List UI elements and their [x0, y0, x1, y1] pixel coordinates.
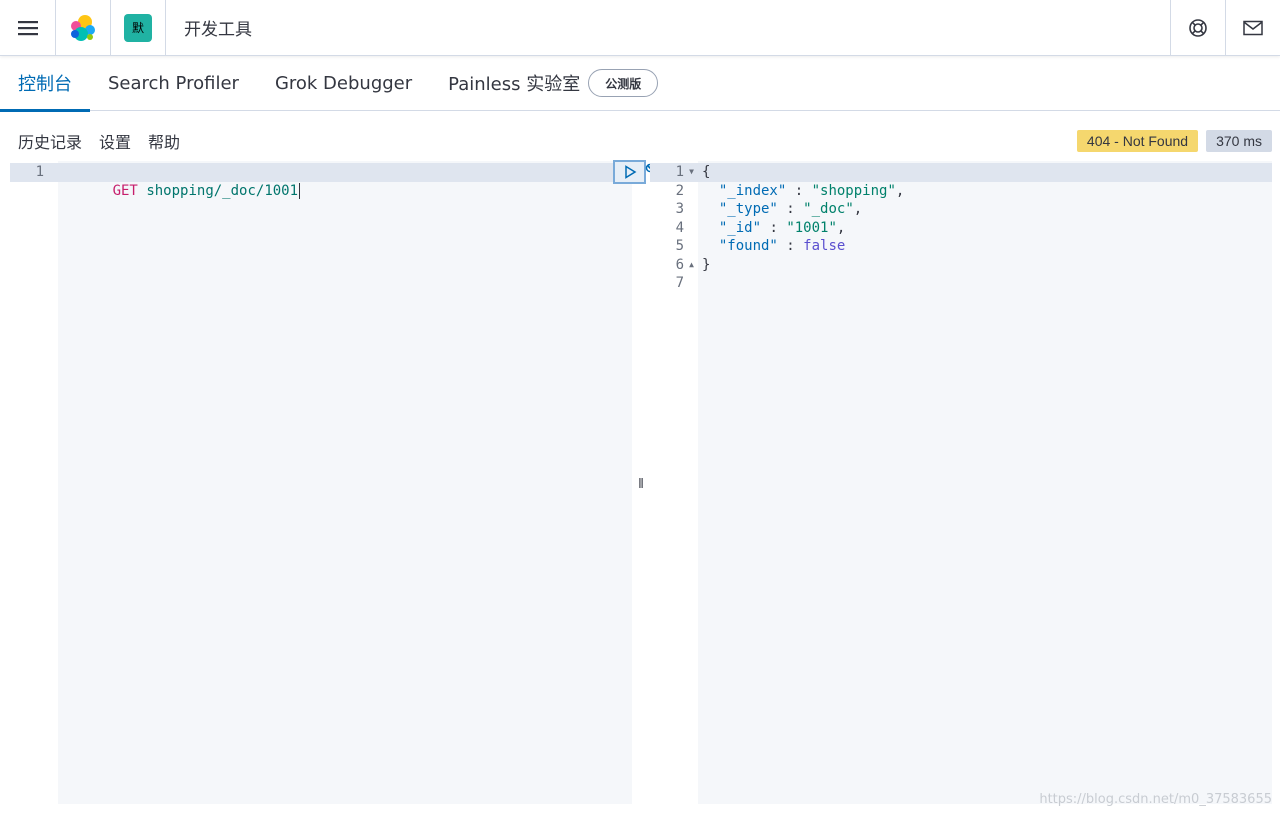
- breadcrumb: 开发工具: [184, 20, 252, 40]
- top-header: 默 开发工具: [0, 0, 1280, 56]
- response-line-number: 3: [675, 201, 684, 217]
- settings-link[interactable]: 设置: [99, 129, 131, 153]
- menu-button[interactable]: [0, 0, 56, 56]
- tab-painless-lab-label: Painless 实验室: [448, 74, 581, 95]
- response-line: "found" : false: [718, 238, 846, 254]
- response-line: "_index" : "shopping",: [718, 182, 905, 199]
- fold-down-icon[interactable]: ▼: [689, 163, 694, 182]
- help-button[interactable]: [1170, 0, 1225, 56]
- response-line-number: 4: [675, 219, 684, 236]
- response-line-number: 6 ▲: [675, 256, 694, 275]
- response-line-number: 2: [675, 182, 684, 199]
- help-icon: [1189, 18, 1207, 37]
- request-code-area[interactable]: GET shopping/_doc/1001: [58, 160, 664, 804]
- response-line: "_id" : "1001",: [718, 219, 846, 236]
- response-line: "_type" : "_doc",: [718, 201, 863, 217]
- watermark: https://blog.csdn.net/m0_37583655: [1039, 792, 1272, 807]
- response-line-number: 7: [675, 275, 684, 291]
- response-editor[interactable]: 1 ▼ 2 3 4 5 6 ▲ 7 { "_index" : "shopping",…: [650, 161, 1272, 804]
- response-line-number: 5: [675, 238, 684, 254]
- request-path: shopping/_doc/1001: [146, 182, 299, 199]
- beta-badge: 公测版: [588, 69, 659, 97]
- request-editor[interactable]: 1 GET shopping/_doc/1001: [10, 160, 664, 804]
- response-line: {: [698, 163, 1272, 182]
- devtools-tabs: 控制台 Search Profiler Grok Debugger Painle…: [0, 56, 1280, 112]
- mail-icon: [1243, 20, 1263, 35]
- tab-search-profiler[interactable]: Search Profiler: [90, 56, 257, 111]
- request-line[interactable]: GET shopping/_doc/1001: [58, 163, 632, 199]
- request-line-number: 1: [10, 163, 58, 182]
- fold-up-icon[interactable]: ▲: [689, 256, 694, 275]
- space-selector[interactable]: 默: [111, 0, 166, 56]
- home-link[interactable]: [56, 0, 111, 56]
- request-gutter: 1: [10, 161, 58, 804]
- request-time-badge: 370 ms: [1206, 130, 1272, 152]
- news-button[interactable]: [1225, 0, 1280, 56]
- request-method: GET: [112, 182, 138, 199]
- response-line: [698, 274, 1272, 293]
- console-menu: 历史记录 设置 帮助 404 - Not Found 370 ms: [0, 126, 1280, 156]
- response-line-number: 1 ▼: [650, 163, 698, 182]
- tab-painless-lab[interactable]: Painless 实验室: [430, 56, 580, 111]
- response-line: }: [702, 256, 711, 273]
- elastic-logo-icon: [71, 14, 95, 41]
- history-link[interactable]: 历史记录: [18, 129, 82, 153]
- response-code-area[interactable]: { "_index" : "shopping", "_type" : "_doc…: [698, 161, 1272, 804]
- help-link[interactable]: 帮助: [148, 129, 180, 153]
- response-gutter: 1 ▼ 2 3 4 5 6 ▲ 7: [650, 161, 698, 804]
- space-badge: 默: [124, 13, 152, 42]
- tab-grok-debugger[interactable]: Grok Debugger: [257, 56, 430, 111]
- tab-console[interactable]: 控制台: [0, 56, 90, 112]
- menu-icon: [17, 20, 38, 35]
- pane-resizer[interactable]: ‖: [634, 161, 648, 804]
- status-badge: 404 - Not Found: [1076, 130, 1199, 152]
